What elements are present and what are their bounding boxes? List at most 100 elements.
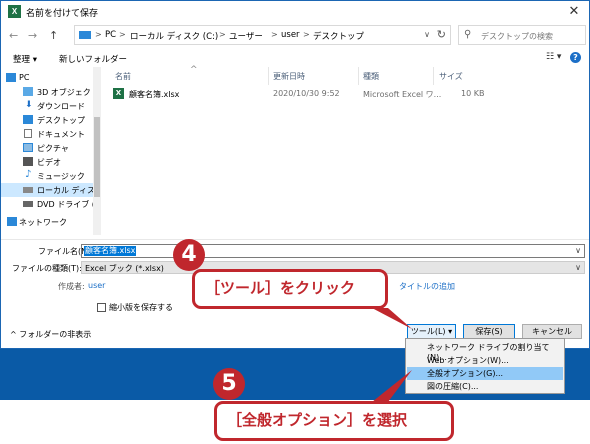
- 3d-objects-icon: [23, 87, 33, 96]
- save-thumbnail-checkbox[interactable]: [97, 303, 106, 312]
- refresh-icon[interactable]: ↻: [437, 28, 446, 41]
- divider: [1, 239, 589, 240]
- nav-item-label: ローカル ディスク (C: [37, 186, 93, 195]
- breadcrumb-separator: >: [303, 30, 310, 39]
- column-divider: [433, 67, 434, 85]
- menu-item-general-options[interactable]: 全般オプション(G)...: [407, 367, 563, 380]
- breadcrumb-separator: >: [95, 30, 102, 39]
- column-header-name[interactable]: 名前: [115, 71, 131, 82]
- address-bar[interactable]: > PC > ローカル ディスク (C:) > ユーザー > user > デス…: [74, 25, 451, 45]
- organize-button[interactable]: 整理 ▾: [13, 53, 37, 65]
- search-placeholder: デスクトップの検索: [481, 32, 553, 41]
- tools-button[interactable]: ツール(L) ▾: [407, 324, 456, 339]
- forward-arrow-icon[interactable]: →: [28, 29, 37, 42]
- breadcrumb-desktop[interactable]: デスクトップ: [313, 30, 364, 42]
- new-folder-button[interactable]: 新しいフォルダー: [59, 53, 127, 65]
- nav-item-pictures[interactable]: ピクチャ: [1, 141, 93, 155]
- step4-callout-text: ［ツール］をクリック: [205, 279, 356, 297]
- excel-file-icon: X: [113, 88, 124, 99]
- file-row[interactable]: X 顧客名簿.xlsx 2020/10/30 9:52 Microsoft Ex…: [103, 87, 493, 101]
- step4-callout: ［ツール］をクリック: [192, 269, 388, 309]
- excel-app-icon: X: [8, 5, 21, 18]
- breadcrumb-users[interactable]: ユーザー: [229, 30, 263, 42]
- address-dropdown-icon[interactable]: ∨: [424, 30, 430, 39]
- nav-item-label: ダウンロード: [37, 102, 85, 111]
- cancel-button[interactable]: キャンセル: [522, 324, 582, 339]
- pc-icon: [79, 31, 91, 39]
- save-button[interactable]: 保存(S): [463, 324, 515, 339]
- hide-folders-button[interactable]: ^ フォルダーの非表示: [10, 329, 91, 340]
- view-options-icon[interactable]: ☷ ▾: [546, 52, 561, 62]
- menu-item-label: Web オプション(W)...: [427, 356, 509, 365]
- step5-callout: ［全般オプション］を選択: [214, 401, 454, 441]
- nav-item-label: ミュージック: [37, 172, 85, 181]
- nav-item-label: DVD ドライブ (D:): [37, 200, 93, 209]
- menu-item-label: 図の圧縮(C)...: [427, 382, 479, 391]
- breadcrumb-separator: >: [271, 30, 278, 39]
- menu-item-map-network-drive[interactable]: ネットワーク ドライブの割り当て(N)...: [407, 341, 563, 362]
- column-divider: [268, 67, 269, 85]
- search-box[interactable]: ⚲ デスクトップの検索: [458, 25, 586, 45]
- nav-item-desktop[interactable]: デスクトップ: [1, 113, 93, 127]
- add-title-link[interactable]: タイトルの追加: [399, 281, 455, 292]
- file-name: 顧客名簿.xlsx: [129, 90, 180, 99]
- chevron-down-icon[interactable]: ∨: [575, 246, 581, 255]
- dvd-icon: [23, 201, 33, 207]
- step5-badge: 5: [213, 368, 245, 400]
- file-list: ^ 名前 更新日時 種類 サイズ X 顧客名簿.xlsx 2020/10/30 …: [103, 65, 589, 239]
- menu-item-web-options[interactable]: Web オプション(W)...: [407, 354, 563, 367]
- close-button[interactable]: ✕: [559, 1, 589, 23]
- chevron-down-icon[interactable]: ∨: [575, 263, 581, 272]
- breadcrumb-separator: >: [219, 30, 226, 39]
- nav-item-music[interactable]: ♪ ミュージック: [1, 169, 93, 183]
- column-header-modified[interactable]: 更新日時: [273, 71, 305, 82]
- step4-badge: 4: [173, 239, 205, 271]
- video-icon: [23, 157, 33, 166]
- sort-ascending-icon: ^: [190, 65, 198, 75]
- nav-item-label: ピクチャ: [37, 144, 69, 153]
- pc-icon: [6, 73, 16, 82]
- column-header-size[interactable]: サイズ: [439, 71, 463, 82]
- nav-item-local-disk[interactable]: ローカル ディスク (C: [1, 183, 93, 197]
- nav-item-pc[interactable]: PC: [1, 71, 93, 85]
- column-divider: [358, 67, 359, 85]
- breadcrumb-user[interactable]: user: [281, 30, 300, 40]
- pictures-icon: [23, 143, 33, 152]
- nav-item-label: ドキュメント: [37, 130, 85, 139]
- breadcrumb-local-disk[interactable]: ローカル ディスク (C:): [130, 30, 218, 42]
- breadcrumb-pc[interactable]: PC: [105, 30, 116, 40]
- file-name-input[interactable]: 顧客名簿.xlsx ∨: [81, 244, 585, 258]
- file-type: Microsoft Excel ワ...: [363, 90, 442, 99]
- scrollbar-thumb[interactable]: [94, 117, 100, 197]
- nav-item-3d-objects[interactable]: 3D オブジェクト: [1, 85, 93, 99]
- tools-menu: ネットワーク ドライブの割り当て(N)... Web オプション(W)... 全…: [405, 338, 565, 394]
- author-field[interactable]: user: [88, 281, 105, 290]
- column-header-type[interactable]: 種類: [363, 71, 379, 82]
- file-modified: 2020/10/30 9:52: [273, 89, 340, 98]
- step5-callout-text: ［全般オプション］を選択: [227, 411, 408, 429]
- documents-icon: [24, 129, 32, 138]
- up-arrow-icon[interactable]: ↑: [49, 29, 58, 42]
- nav-item-label: PC: [19, 73, 30, 82]
- nav-item-documents[interactable]: ドキュメント: [1, 127, 93, 141]
- dialog-title: 名前を付けて保存: [26, 9, 99, 19]
- save-thumbnail-label: 縮小版を保存する: [109, 303, 173, 312]
- network-icon: [7, 217, 17, 226]
- help-icon[interactable]: ?: [570, 52, 581, 63]
- music-icon: ♪: [25, 169, 32, 180]
- back-arrow-icon[interactable]: ←: [9, 29, 18, 42]
- menu-item-label: 全般オプション(G)...: [427, 369, 504, 378]
- nav-item-label: 3D オブジェクト: [37, 88, 93, 97]
- nav-item-downloads[interactable]: ⬇ ダウンロード: [1, 99, 93, 113]
- nav-item-label: ビデオ: [37, 158, 61, 167]
- nav-item-network[interactable]: ネットワーク: [1, 215, 93, 229]
- navigation-pane: PC 3D オブジェクト ⬇ ダウンロード デスクトップ ドキュメント ピクチャ…: [1, 67, 101, 239]
- address-row: ← → ↑ > PC > ローカル ディスク (C:) > ユーザー > use…: [1, 25, 589, 47]
- nav-scrollbar[interactable]: [93, 67, 101, 235]
- file-name-value: 顧客名簿.xlsx: [84, 246, 137, 256]
- file-type-label: ファイルの種類(T):: [12, 264, 82, 273]
- desktop-icon: [23, 115, 33, 124]
- nav-item-videos[interactable]: ビデオ: [1, 155, 93, 169]
- nav-item-dvd-drive[interactable]: DVD ドライブ (D:): [1, 197, 93, 211]
- menu-item-compress-pictures[interactable]: 図の圧縮(C)...: [407, 380, 563, 393]
